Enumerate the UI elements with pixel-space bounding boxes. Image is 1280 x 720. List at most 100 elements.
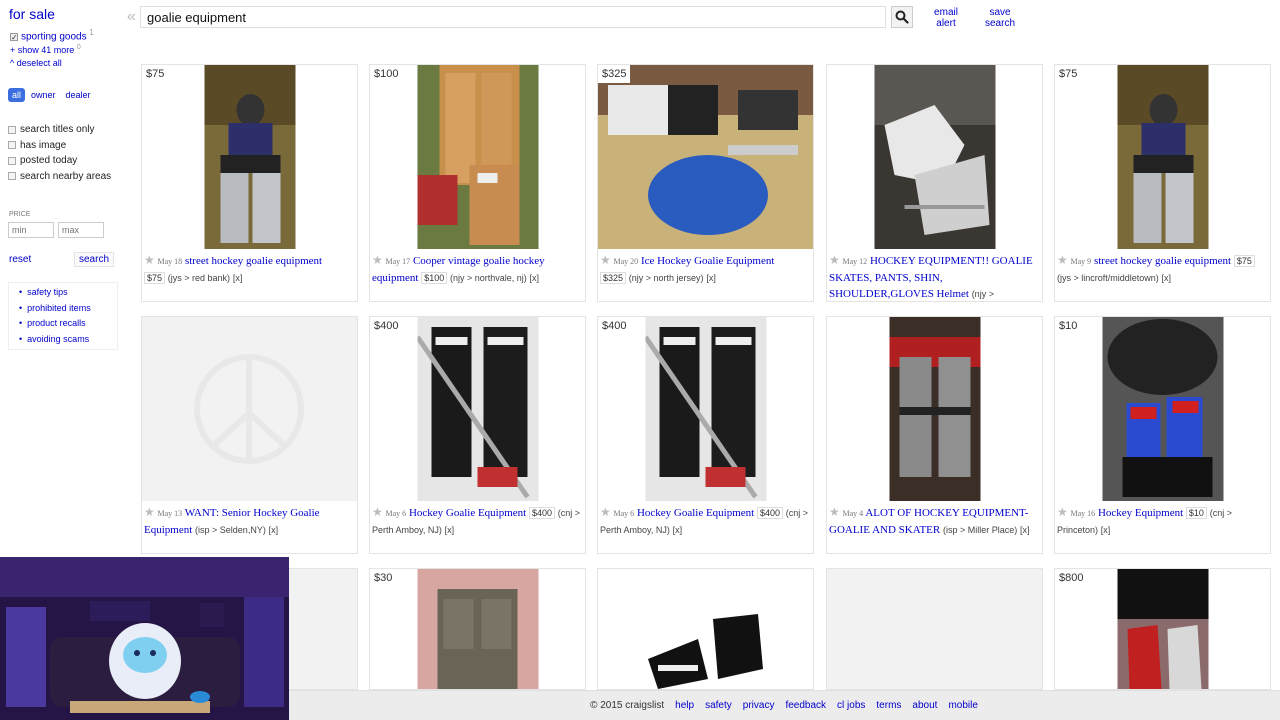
favorite-star-icon[interactable]: ★ xyxy=(829,253,840,267)
category-title[interactable]: for sale xyxy=(9,6,55,22)
show-more-link[interactable]: + show 41 more 0 xyxy=(10,44,81,55)
favorite-star-icon[interactable]: ★ xyxy=(372,505,383,519)
favorite-star-icon[interactable]: ★ xyxy=(600,253,611,267)
listing-card[interactable]: ★ May 4 ALOT OF HOCKEY EQUIPMENT- GOALIE… xyxy=(826,316,1043,554)
checkbox-icon[interactable] xyxy=(8,141,16,150)
filter-posted-today[interactable]: posted today xyxy=(8,153,111,169)
listing-card[interactable]: $10 ★ May 16 Hockey Equipment $10 (cnj >… xyxy=(1054,316,1271,554)
listing-image[interactable] xyxy=(1117,569,1208,689)
listing-title[interactable]: Hockey Goalie Equipment xyxy=(637,507,754,519)
listing-image[interactable] xyxy=(417,317,538,501)
favorite-star-icon[interactable]: ★ xyxy=(1057,253,1068,267)
hide-listing-button[interactable]: [x] xyxy=(673,525,683,535)
listing-image[interactable] xyxy=(1102,317,1223,501)
listing-card[interactable]: $75 ★ May 9 street hockey goalie equipme… xyxy=(1054,64,1271,302)
checkbox-icon[interactable] xyxy=(8,172,16,181)
footer-link-safety[interactable]: safety xyxy=(705,700,732,711)
listing-card[interactable]: $75 ★ May 18 street hockey goalie equipm… xyxy=(141,64,358,302)
filter-search-nearby[interactable]: search nearby areas xyxy=(8,169,111,185)
hide-listing-button[interactable]: [x] xyxy=(1162,273,1172,283)
listing-card[interactable]: $30 xyxy=(369,568,586,690)
safety-tips-link[interactable]: safety tips xyxy=(19,285,107,301)
save-search-link[interactable]: save search xyxy=(982,7,1018,29)
footer-link-cl-jobs[interactable]: cl jobs xyxy=(837,700,865,711)
listing-image[interactable] xyxy=(417,569,538,689)
listing-date: May 6 xyxy=(385,509,407,518)
listing-price: $100 xyxy=(421,272,448,284)
listing-image[interactable] xyxy=(645,317,766,501)
footer-link-mobile[interactable]: mobile xyxy=(948,700,977,711)
no-image-placeholder[interactable] xyxy=(827,569,1042,689)
category-checkbox-sporting-goods[interactable]: ✓ sporting goods 1 xyxy=(10,28,94,42)
favorite-star-icon[interactable]: ★ xyxy=(829,505,840,519)
favorite-star-icon[interactable]: ★ xyxy=(1057,505,1068,519)
listing-date: May 17 xyxy=(385,257,411,266)
listing-card[interactable]: $400 ★ May 6 Hockey Goalie Equipment $40… xyxy=(597,316,814,554)
listing-image[interactable] xyxy=(874,65,995,249)
listing-title[interactable]: street hockey goalie equipment xyxy=(185,255,322,267)
favorite-star-icon[interactable]: ★ xyxy=(600,505,611,519)
price-max-input[interactable] xyxy=(58,222,104,238)
listing-image[interactable] xyxy=(417,65,538,249)
footer-link-terms[interactable]: terms xyxy=(876,700,901,711)
prohibited-items-link[interactable]: prohibited items xyxy=(19,301,107,317)
deselect-all-link[interactable]: ^ deselect all xyxy=(10,58,62,68)
seller-tab-owner[interactable]: owner xyxy=(27,88,60,102)
listing-card[interactable]: $800 xyxy=(1054,568,1271,690)
listing-image[interactable] xyxy=(889,317,980,501)
listing-title[interactable]: Hockey Equipment xyxy=(1098,507,1183,519)
collapse-sidebar-icon[interactable]: « xyxy=(127,8,136,26)
reset-link[interactable]: reset xyxy=(9,254,31,265)
category-count: 1 xyxy=(89,28,94,37)
seller-tab-all[interactable]: all xyxy=(8,88,26,102)
hide-listing-button[interactable]: [x] xyxy=(1020,525,1030,535)
price-range xyxy=(8,222,104,238)
checkbox-icon[interactable] xyxy=(8,125,16,134)
avoiding-scams-link[interactable]: avoiding scams xyxy=(19,332,107,348)
listing-image[interactable] xyxy=(598,569,813,689)
checkbox-checked-icon[interactable]: ✓ xyxy=(10,32,18,41)
hide-listing-button[interactable]: [x] xyxy=(269,525,279,535)
listing-card[interactable]: $325 ★ May 20 Ice Hockey Goalie Equipmen… xyxy=(597,64,814,302)
search-button[interactable] xyxy=(891,6,913,28)
listing-image[interactable] xyxy=(1117,65,1208,249)
listing-card[interactable] xyxy=(597,568,814,690)
footer-link-about[interactable]: about xyxy=(912,700,937,711)
favorite-star-icon[interactable]: ★ xyxy=(372,253,383,267)
checkbox-icon[interactable] xyxy=(8,156,16,165)
listing-image[interactable] xyxy=(204,65,295,249)
price-min-input[interactable] xyxy=(8,222,54,238)
listing-card[interactable]: ★ May 13 WANT: Senior Hockey Goalie Equi… xyxy=(141,316,358,554)
filter-search-titles-only[interactable]: search titles only xyxy=(8,122,111,138)
listing-image[interactable] xyxy=(598,65,813,249)
product-recalls-link[interactable]: product recalls xyxy=(19,316,107,332)
sidebar-search-button[interactable]: search xyxy=(74,252,114,267)
footer-link-privacy[interactable]: privacy xyxy=(743,700,775,711)
listing-card[interactable]: ★ May 12 HOCKEY EQUIPMENT!! GOALIE SKATE… xyxy=(826,64,1043,302)
listing-title[interactable]: street hockey goalie equipment xyxy=(1094,255,1231,267)
search-input[interactable] xyxy=(140,6,886,28)
webcam-overlay xyxy=(0,557,289,720)
listing-date: May 4 xyxy=(842,509,864,518)
help-links: safety tips prohibited items product rec… xyxy=(8,282,118,350)
hide-listing-button[interactable]: [x] xyxy=(530,273,540,283)
listing-card[interactable] xyxy=(826,568,1043,690)
footer-link-feedback[interactable]: feedback xyxy=(785,700,826,711)
filter-has-image[interactable]: has image xyxy=(8,138,111,154)
listing-card[interactable]: $400 ★ May 6 Hockey Goalie Equipment $40… xyxy=(369,316,586,554)
favorite-star-icon[interactable]: ★ xyxy=(144,505,155,519)
hide-listing-button[interactable]: [x] xyxy=(233,273,243,283)
listing-title[interactable]: Hockey Goalie Equipment xyxy=(409,507,526,519)
price-label: PRICE xyxy=(9,211,31,218)
hide-listing-button[interactable]: [x] xyxy=(1101,525,1111,535)
no-image-placeholder[interactable] xyxy=(142,317,357,501)
email-alert-link[interactable]: email alert xyxy=(928,7,964,29)
hide-listing-button[interactable]: [x] xyxy=(445,525,455,535)
listing-title[interactable]: Ice Hockey Goalie Equipment xyxy=(641,255,774,267)
listing-card[interactable]: $100 ★ May 17 Cooper vintage goalie hock… xyxy=(369,64,586,302)
footer-link-help[interactable]: help xyxy=(675,700,694,711)
listing-info: ★ May 9 street hockey goalie equipment $… xyxy=(1057,252,1268,286)
favorite-star-icon[interactable]: ★ xyxy=(144,253,155,267)
seller-tab-dealer[interactable]: dealer xyxy=(62,88,95,102)
hide-listing-button[interactable]: [x] xyxy=(706,273,716,283)
